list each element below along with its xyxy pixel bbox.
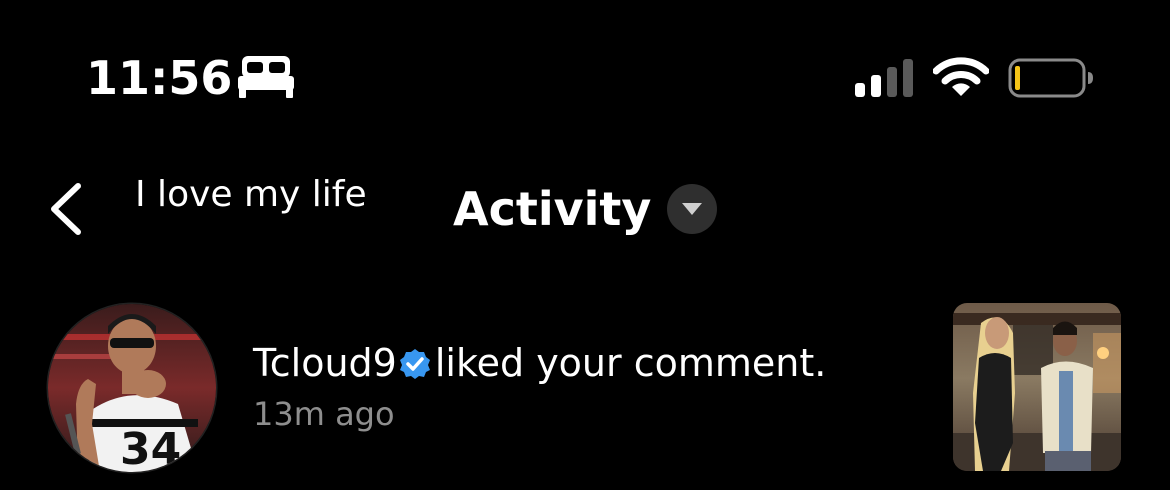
page-title[interactable]: Activity	[453, 180, 651, 238]
bed-icon	[238, 56, 294, 98]
wifi-icon	[933, 57, 989, 96]
back-button[interactable]	[44, 180, 90, 238]
avatar[interactable]: 34	[48, 304, 216, 472]
battery-icon	[1008, 58, 1093, 98]
cellular-signal-icon	[855, 59, 913, 97]
activity-dropdown-button[interactable]	[667, 184, 717, 234]
notification-action: liked your comment.	[434, 341, 827, 385]
verified-badge-icon	[399, 349, 430, 379]
svg-text:34: 34	[120, 424, 181, 472]
status-bar: 11:56	[0, 0, 1170, 130]
status-time: 11:56	[86, 51, 233, 105]
notification-timestamp: 13m ago	[253, 395, 395, 433]
story-text: I love my life	[135, 174, 367, 215]
caret-down-icon	[682, 203, 702, 215]
username[interactable]: Tcloud9	[253, 341, 397, 385]
post-thumbnail[interactable]	[953, 303, 1121, 471]
notification-text: Tcloud9 liked your comment.	[253, 338, 826, 388]
notification-item[interactable]: 34 Tcloud9 liked your comment. 13m ago	[0, 300, 1170, 475]
